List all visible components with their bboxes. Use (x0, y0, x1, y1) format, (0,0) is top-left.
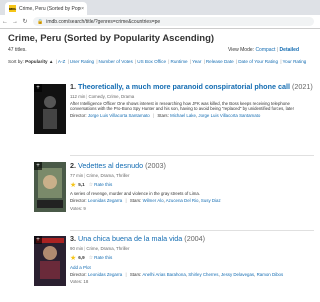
star-link[interactable]: Michael Lake (170, 113, 196, 118)
star-link[interactable]: Susy Diaz (201, 198, 221, 203)
star-icon: ★ (70, 254, 77, 262)
item-meta: 112 min|Comedy, Crime, Drama (70, 93, 135, 99)
add-to-watchlist-icon[interactable]: + (34, 236, 42, 244)
sort-option-release-date[interactable]: Release Date (206, 59, 234, 64)
poster-image[interactable]: + (34, 162, 66, 212)
star-link[interactable]: Ramon Dibos (257, 272, 284, 277)
lock-icon: 🔒 (37, 18, 44, 25)
list-item: 3. Una chica buena de la mala vida (2004… (70, 234, 314, 285)
page-title: Crime, Peru (Sorted by Popularity Ascend… (8, 33, 215, 44)
item-title-line: 3. Una chica buena de la mala vida (2004… (70, 234, 314, 244)
item-rating: ★ 6,9 ☆ Rate this (70, 254, 314, 262)
item-genres: Comedy, Crime, Drama (88, 93, 135, 99)
rate-star-icon[interactable]: ☆ (89, 182, 93, 188)
item-genres: Crime, Drama, Thriller (86, 172, 130, 178)
item-credits: Director: Leonidas Zegarra | Stars: Wilm… (70, 197, 221, 203)
item-votes: Votes: 9 (70, 205, 86, 211)
forward-arrow-icon[interactable]: → (10, 19, 20, 25)
director-link[interactable]: Jorge Luis Villacorta Santamato (88, 113, 150, 118)
browser-toolbar: ← → ↻ 🔒 imdb.com/search/title/?genres=cr… (0, 15, 320, 29)
item-title-link[interactable]: Vedettes al desnudo (78, 161, 143, 170)
sort-option-az[interactable]: A-Z (58, 59, 65, 64)
star-link[interactable]: Anelhi Arias Barahona (142, 272, 185, 277)
item-divider (70, 155, 314, 156)
tab-title: Crime, Peru (Sorted by Popularity A (19, 5, 81, 12)
item-divider (70, 230, 314, 231)
rate-this-button[interactable]: Rate this (94, 255, 112, 260)
title-count: 47 titles. (8, 47, 27, 53)
stars-label: Stars: (157, 113, 169, 119)
stars-label: Stars: (129, 197, 142, 203)
item-description: After Intelligence Officer One shows int… (70, 100, 294, 111)
add-to-watchlist-icon[interactable]: + (34, 84, 42, 92)
item-title-line: 2. Vedettes al desnudo (2003) (70, 161, 314, 171)
rate-this-button[interactable]: Rate this (94, 182, 112, 187)
item-runtime: 90 min (70, 245, 84, 251)
item-votes: Votes: 18 (70, 279, 89, 285)
sort-option-runtime[interactable]: Runtime (171, 59, 188, 64)
director-link[interactable]: Leonidas Zegarra (88, 198, 122, 203)
view-detailed-link[interactable]: Detailed (280, 47, 299, 53)
star-link[interactable]: Jorge Luis Villacorta Santamato (198, 113, 260, 118)
reload-icon[interactable]: ↻ (20, 18, 30, 25)
sort-option-date-of-your-rating[interactable]: Date of Your Rating (238, 59, 278, 64)
sort-option-user-rating[interactable]: User Rating (70, 59, 94, 64)
list-item: 1. Theoretically, a much more paranoid c… (70, 82, 314, 119)
sort-bar: Sort by: Popularity ▲ |A-Z |User Rating … (8, 59, 307, 64)
sort-option-your-rating[interactable]: Your Rating (283, 59, 307, 64)
item-year: (2004) (184, 234, 206, 243)
view-mode: View Mode: Compact | Detailed (228, 47, 299, 53)
item-meta: 90 min|Crime, Drama, Thriller (70, 245, 130, 251)
star-link[interactable]: Shirley Cherres (188, 272, 218, 277)
tab-close-icon[interactable]: × (81, 6, 84, 12)
address-bar[interactable]: 🔒 imdb.com/search/title/?genres=crime&co… (33, 17, 314, 26)
rating-value: 6,9 (78, 255, 85, 260)
item-title-line: 1. Theoretically, a much more paranoid c… (70, 82, 314, 92)
star-icon: ★ (70, 181, 77, 189)
view-mode-label: View Mode: (228, 47, 255, 53)
director-label: Director: (70, 197, 87, 203)
item-title-link[interactable]: Theoretically, a much more paranoid cons… (78, 82, 290, 91)
add-a-plot-link[interactable]: Add a Plot (70, 265, 314, 270)
rating-value: 5,1 (78, 182, 85, 187)
director-label: Director: (70, 271, 87, 277)
sort-option-year[interactable]: Year (192, 59, 201, 64)
director-label: Director: (70, 113, 87, 119)
browser-tab[interactable]: IMDb Crime, Peru (Sorted by Popularity A… (5, 2, 87, 15)
item-rating: ★ 5,1 ☆ Rate this (70, 181, 314, 189)
item-runtime: 112 min (70, 93, 86, 99)
star-link[interactable]: Wilmer Alo (143, 198, 164, 203)
list-item: 2. Vedettes al desnudo (2003) 77 min|Cri… (70, 161, 314, 211)
poster-image[interactable]: + (34, 84, 66, 134)
item-year: (2003) (145, 161, 166, 170)
add-to-watchlist-icon[interactable]: + (34, 162, 42, 170)
star-link[interactable]: Azucena Del Rio (166, 198, 199, 203)
star-link[interactable]: Jessy Delavegas (221, 272, 254, 277)
rate-star-icon[interactable]: ☆ (89, 255, 93, 261)
imdb-favicon-icon: IMDb (8, 5, 17, 12)
director-link[interactable]: Leonidas Zegarra (88, 272, 122, 277)
item-index: 3. (70, 234, 76, 243)
stars-label: Stars: (129, 271, 142, 277)
item-credits: Director: Leonidas Zegarra | Stars: Anel… (70, 271, 284, 277)
sort-popularity[interactable]: Popularity ▲ (25, 59, 53, 64)
sort-option-number-of-votes[interactable]: Number of Votes (99, 59, 133, 64)
item-meta: 77 min|Crime, Drama, Thriller (70, 172, 130, 178)
item-year: (2021) (291, 82, 313, 91)
poster-image[interactable]: + (34, 236, 66, 286)
item-runtime: 77 min (70, 172, 84, 178)
sort-option-us-box-office[interactable]: US Box Office (137, 59, 166, 64)
item-index: 1. (70, 82, 76, 91)
view-mode-separator: | (276, 47, 279, 53)
item-credits: Director: Jorge Luis Villacorta Santamat… (70, 113, 261, 119)
address-bar-url: imdb.com/search/title/?genres=crime&coun… (46, 18, 161, 25)
sort-label: Sort by: (8, 59, 24, 64)
item-description: A series of revenge, murder and violence… (70, 190, 200, 196)
browser-tab-bar: IMDb Crime, Peru (Sorted by Popularity A… (0, 0, 320, 15)
item-title-link[interactable]: Una chica buena de la mala vida (78, 234, 182, 243)
item-genres: Crime, Drama, Thriller (86, 245, 130, 251)
back-arrow-icon[interactable]: ← (0, 19, 10, 25)
item-index: 2. (70, 161, 76, 170)
view-compact-link[interactable]: Compact (255, 47, 275, 53)
